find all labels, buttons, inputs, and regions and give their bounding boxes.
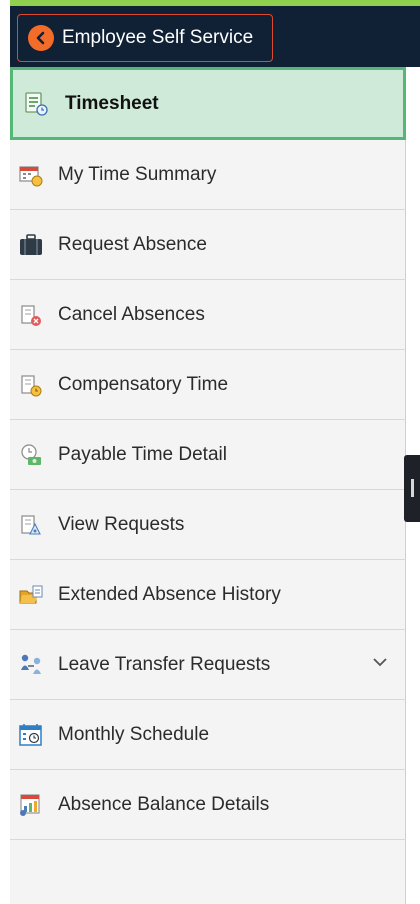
briefcase-icon <box>18 232 44 258</box>
left-gutter <box>0 0 10 904</box>
nav-item-leave-transfer-requests[interactable]: Leave Transfer Requests <box>10 630 406 700</box>
nav-item-label: View Requests <box>58 513 185 535</box>
nav-item-absence-balance-details[interactable]: Absence Balance Details <box>10 770 406 840</box>
compensatory-time-icon <box>18 372 44 398</box>
nav-item-my-time-summary[interactable]: My Time Summary <box>10 140 406 210</box>
payable-time-icon <box>18 442 44 468</box>
bar-report-icon <box>18 792 44 818</box>
calendar-icon <box>18 722 44 748</box>
back-button-label: Employee Self Service <box>62 27 254 48</box>
folder-icon <box>18 582 44 608</box>
sidebar-nav: Timesheet My Time Summary Request Absenc <box>10 67 406 904</box>
employee-self-service-back-button[interactable]: Employee Self Service <box>17 14 273 62</box>
nav-item-timesheet[interactable]: Timesheet <box>10 67 406 140</box>
nav-item-label: Leave Transfer Requests <box>58 653 271 675</box>
nav-item-cancel-absences[interactable]: Cancel Absences <box>10 280 406 350</box>
top-accent-bar <box>10 0 420 6</box>
nav-item-label: Extended Absence History <box>58 583 281 605</box>
chevron-down-icon[interactable] <box>372 654 388 672</box>
timesheet-icon <box>23 91 49 117</box>
nav-item-label: My Time Summary <box>58 163 217 185</box>
nav-item-label: Absence Balance Details <box>58 793 270 815</box>
nav-item-extended-absence-history[interactable]: Extended Absence History <box>10 560 406 630</box>
cancel-absence-icon <box>18 302 44 328</box>
nav-item-label: Compensatory Time <box>58 373 229 395</box>
top-banner: Employee Self Service <box>10 0 420 67</box>
nav-item-label: Cancel Absences <box>58 303 205 325</box>
nav-item-monthly-schedule[interactable]: Monthly Schedule <box>10 700 406 770</box>
nav-item-label: Request Absence <box>58 233 207 255</box>
collapse-panel-handle[interactable] <box>404 455 420 522</box>
nav-item-label: Payable Time Detail <box>58 443 227 465</box>
back-arrow-icon <box>28 25 54 51</box>
nav-item-payable-time-detail[interactable]: Payable Time Detail <box>10 420 406 490</box>
nav-item-label: Monthly Schedule <box>58 723 210 745</box>
nav-item-compensatory-time[interactable]: Compensatory Time <box>10 350 406 420</box>
handle-grip-icon <box>411 479 414 497</box>
people-transfer-icon <box>18 652 44 678</box>
nav-item-label: Timesheet <box>65 92 159 114</box>
time-summary-icon <box>18 162 44 188</box>
view-requests-icon <box>18 512 44 538</box>
nav-item-request-absence[interactable]: Request Absence <box>10 210 406 280</box>
nav-item-view-requests[interactable]: View Requests <box>10 490 406 560</box>
